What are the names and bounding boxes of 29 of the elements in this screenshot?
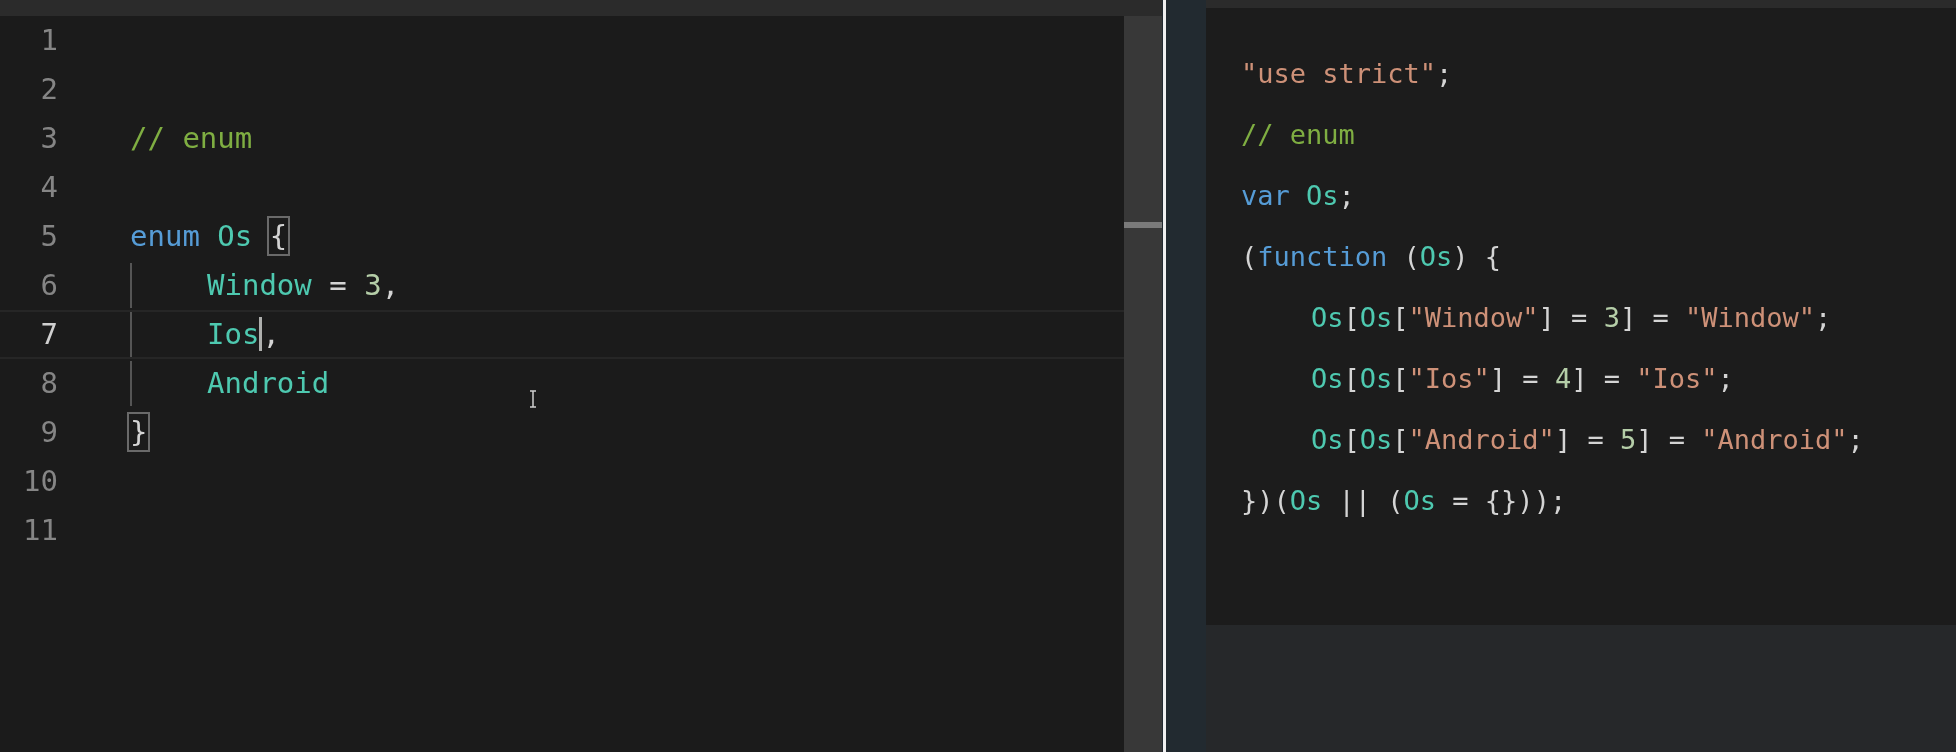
text-cursor-icon <box>528 390 538 408</box>
line-number: 2 <box>39 70 58 108</box>
line-number: 1 <box>39 21 58 59</box>
line-number: 8 <box>39 364 58 402</box>
code-line: Os[Os["Ios"] = 4] = "Ios"; <box>1310 362 1734 396</box>
code-line: enum Os { <box>130 219 288 254</box>
line-number: 10 <box>22 462 58 500</box>
code-line: Ios, <box>207 317 280 352</box>
code-line: })(Os || (Os = {})); <box>1241 484 1567 519</box>
line-number: 9 <box>39 413 58 451</box>
code-line: Window = 3, <box>207 268 400 303</box>
code-line: "use strict"; <box>1241 57 1453 91</box>
line-number: 4 <box>39 168 58 206</box>
code-editor[interactable]: 1 2 3 // enum 4 5 enum Os { 6 Window = 3, 7 Ios, 8 Android 9 } 10 11 <box>0 0 1162 752</box>
code-line: Os[Os["Android"] = 5] = "Android"; <box>1310 423 1864 457</box>
code-line: // enum <box>1241 118 1355 152</box>
code-line: Android <box>207 366 330 401</box>
code-line: // enum <box>130 121 253 156</box>
code-line: var Os; <box>1241 179 1355 213</box>
scrollbar-thumb[interactable] <box>1124 222 1162 228</box>
code-line: (function (Os) { <box>1241 240 1502 274</box>
line-number: 3 <box>39 119 58 157</box>
scrollbar[interactable] <box>1124 16 1162 752</box>
line-number: 6 <box>39 266 58 304</box>
line-number: 7 <box>39 315 58 353</box>
code-line: Os[Os["Window"] = 3] = "Window"; <box>1310 301 1832 335</box>
line-number: 11 <box>22 511 58 549</box>
code-line: } <box>130 415 148 450</box>
line-number: 5 <box>39 217 58 255</box>
